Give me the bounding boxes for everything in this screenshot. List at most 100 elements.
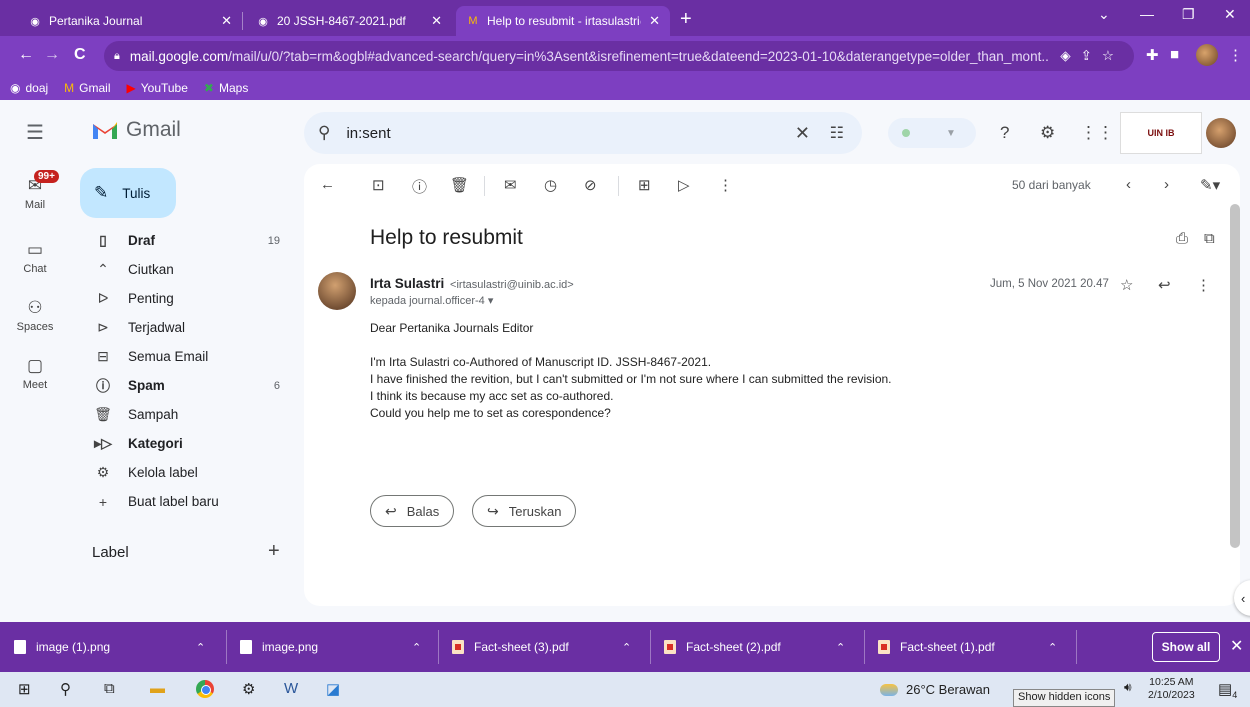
organization-logo[interactable]: UIN IB xyxy=(1120,112,1202,154)
folder-spam[interactable]: ⓘ Spam 6 xyxy=(70,371,298,400)
rail-mail[interactable]: ✉ 99+ Mail xyxy=(0,170,70,211)
window-close-button[interactable]: ✕ xyxy=(1224,6,1236,23)
newer-icon[interactable]: ‹ xyxy=(1126,176,1131,193)
sender-name[interactable]: Irta Sulastri xyxy=(370,276,444,291)
profile-avatar[interactable] xyxy=(1196,44,1218,66)
word-icon[interactable]: W xyxy=(284,680,298,697)
folder-sampah[interactable]: 🗑︎ Sampah xyxy=(70,400,298,429)
omnibox-action-icons[interactable]: ◈⇪☆ xyxy=(1050,48,1134,64)
new-tab-button[interactable]: + xyxy=(680,8,692,31)
rail-meet[interactable]: ▢ Meet xyxy=(0,356,70,391)
tab-pdf[interactable]: ◉ 20 JSSH-8467-2021.pdf ✕ xyxy=(246,6,452,36)
reload-button[interactable]: C xyxy=(74,46,86,64)
star-icon[interactable]: ☆ xyxy=(1120,276,1133,294)
reply-button[interactable]: ↩ Balas xyxy=(370,495,455,527)
folder-terjadwal[interactable]: ⊳ Terjadwal xyxy=(70,313,298,342)
folder-label: Buat label baru xyxy=(128,494,219,509)
folder-ciutkan[interactable]: ⌃ Ciutkan xyxy=(70,255,298,284)
chrome-menu-icon[interactable]: ⋮ xyxy=(1228,46,1243,64)
file-explorer-icon[interactable]: ▬ xyxy=(150,680,165,697)
folder-draf[interactable]: ▯ Draf 19 xyxy=(70,226,298,255)
close-shelf-icon[interactable]: ✕ xyxy=(1230,636,1243,656)
show-all-button[interactable]: Show all xyxy=(1152,632,1220,662)
archive-icon[interactable]: ⊡ xyxy=(372,176,385,194)
recipient-dropdown[interactable]: kepada journal.officer-4 ▾ xyxy=(370,294,493,307)
bookmark-gmail[interactable]: M Gmail xyxy=(64,81,110,95)
tab-gmail-active[interactable]: M Help to resubmit - irtasulastri@u ✕ xyxy=(456,6,670,36)
main-menu-icon[interactable]: ☰ xyxy=(26,120,44,145)
sidepanel-icon[interactable]: ■ xyxy=(1170,46,1179,63)
delete-icon[interactable]: 🗑︎ xyxy=(450,176,469,194)
close-icon[interactable]: ✕ xyxy=(431,13,442,29)
rail-chat[interactable]: ▭ Chat xyxy=(0,240,70,275)
status-selector[interactable]: ▼ xyxy=(888,118,976,148)
print-icon[interactable]: ⎙ xyxy=(1176,230,1188,247)
tab-pertanika[interactable]: ◉ Pertanika Journal ✕ xyxy=(18,6,242,36)
address-bar[interactable]: 🔒︎ mail.google.com/mail/u/0/?tab=rm&ogbl… xyxy=(104,41,1134,71)
chevron-up-icon[interactable]: ⌃ xyxy=(836,641,845,654)
search-input[interactable] xyxy=(346,124,767,142)
add-label-button[interactable]: + xyxy=(268,540,280,563)
weather-widget[interactable]: 26°C Berawan xyxy=(880,682,990,697)
close-icon[interactable]: ✕ xyxy=(221,13,232,29)
minimize-button[interactable]: — xyxy=(1140,6,1154,22)
mark-unread-icon[interactable]: ✉ xyxy=(504,176,517,194)
download-item[interactable]: Fact-sheet (2).pdf ⌃ xyxy=(664,622,864,672)
download-item[interactable]: Fact-sheet (3).pdf ⌃ xyxy=(452,622,652,672)
reply-icon[interactable]: ↩ xyxy=(1158,276,1171,294)
more-icon[interactable]: ⋮ xyxy=(718,176,733,194)
download-item[interactable]: image.png ⌃ xyxy=(240,622,440,672)
bookmark-maps[interactable]: ✖ Maps xyxy=(204,81,248,95)
settings-gear-icon[interactable]: ⚙ xyxy=(1040,123,1055,143)
gmail-logo[interactable]: Gmail xyxy=(92,118,181,142)
back-button[interactable]: ← xyxy=(18,46,34,64)
back-to-list-icon[interactable]: ← xyxy=(320,176,335,193)
more-icon[interactable]: ⋮ xyxy=(1196,276,1211,294)
folder-semua-email[interactable]: ⊟ Semua Email xyxy=(70,342,298,371)
manage-labels[interactable]: ⚙ Kelola label xyxy=(70,458,298,487)
scrollbar-thumb[interactable] xyxy=(1230,204,1240,548)
older-icon[interactable]: › xyxy=(1164,176,1169,193)
chevron-up-icon[interactable]: ⌃ xyxy=(412,641,421,654)
chrome-icon[interactable] xyxy=(196,680,214,698)
sender-avatar[interactable] xyxy=(318,272,356,310)
account-avatar[interactable] xyxy=(1206,118,1236,148)
task-view-icon[interactable]: ⧉ xyxy=(104,680,115,697)
bookmark-youtube[interactable]: ▶ YouTube xyxy=(127,81,188,95)
bookmark-doaj[interactable]: ◉ doaj xyxy=(10,81,48,95)
help-icon[interactable]: ? xyxy=(1000,123,1009,143)
forward-button[interactable]: → xyxy=(44,46,60,64)
chevron-up-icon[interactable]: ⌃ xyxy=(622,641,631,654)
forward-button[interactable]: ↪ Teruskan xyxy=(472,495,577,527)
create-label[interactable]: + Buat label baru xyxy=(70,487,298,516)
label-icon[interactable]: ▷ xyxy=(678,176,690,194)
clear-search-icon[interactable]: ✕ xyxy=(795,123,810,144)
compose-button[interactable]: ✎ Tulis xyxy=(80,168,176,218)
report-spam-icon[interactable]: ⓘ xyxy=(412,176,427,197)
search-icon[interactable]: ⚲ xyxy=(318,123,330,143)
open-new-window-icon[interactable]: ⧉ xyxy=(1204,230,1215,247)
extensions-icon[interactable]: ✚ xyxy=(1146,46,1159,64)
settings-gear-icon[interactable]: ⚙ xyxy=(242,680,255,698)
add-task-icon[interactable]: ⊘ xyxy=(584,176,597,194)
snooze-icon[interactable]: ◷ xyxy=(544,176,557,194)
photos-icon[interactable]: ◪ xyxy=(326,680,340,698)
move-to-icon[interactable]: ⊞ xyxy=(638,176,651,194)
folder-penting[interactable]: ᐅ Penting xyxy=(70,284,298,313)
download-item[interactable]: Fact-sheet (1).pdf ⌃ xyxy=(878,622,1074,672)
notification-center-icon[interactable]: ▤4 xyxy=(1218,680,1237,700)
folder-kategori[interactable]: ▸▷ Kategori xyxy=(70,429,298,458)
download-item[interactable]: image (1).png ⌃ xyxy=(14,622,228,672)
restore-button[interactable]: ❐ xyxy=(1182,6,1195,23)
volume-icon[interactable]: 🔊︎ xyxy=(1124,680,1132,695)
system-clock[interactable]: 10:25 AM 2/10/2023 xyxy=(1148,676,1195,702)
close-icon[interactable]: ✕ xyxy=(649,13,660,29)
rail-spaces[interactable]: ⚇ Spaces xyxy=(0,298,70,333)
search-icon[interactable]: ⚲ xyxy=(60,680,71,698)
input-tools-icon[interactable]: ✎▾ xyxy=(1200,176,1220,194)
chevron-up-icon[interactable]: ⌃ xyxy=(1048,641,1057,654)
search-options-icon[interactable]: ☷ xyxy=(830,123,844,143)
windows-start-icon[interactable]: ⊞ xyxy=(18,680,31,698)
chevron-up-icon[interactable]: ⌃ xyxy=(196,641,205,654)
tab-search-icon[interactable]: ⌄ xyxy=(1098,6,1110,23)
